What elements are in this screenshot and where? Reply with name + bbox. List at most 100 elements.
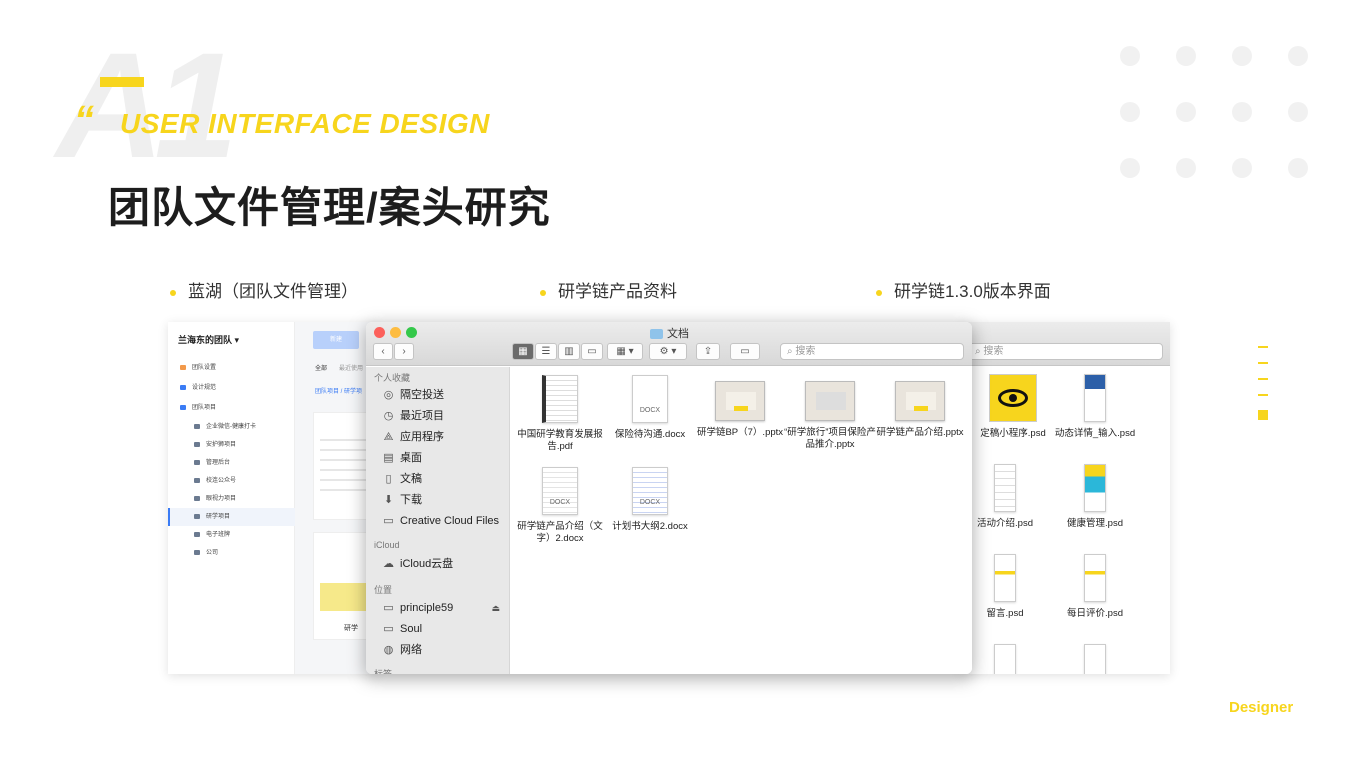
clock-icon: ◷	[383, 410, 394, 423]
sidebar-item-downloads[interactable]: ⬇ 下载	[382, 491, 422, 509]
sidebar-item-project[interactable]: 安护狮项目	[168, 436, 295, 454]
tag-button[interactable]: ▭	[730, 343, 760, 360]
sidebar-item-icloud-drive[interactable]: ☁ iCloud云盘	[382, 555, 453, 573]
close-button[interactable]	[374, 327, 385, 338]
psd-file[interactable]: 留言.psd	[960, 554, 1050, 620]
action-menu-button[interactable]: ⚙ ▾	[649, 343, 687, 360]
sidebar-item-disk-soul[interactable]: ▭ Soul	[382, 620, 422, 638]
sidebar-item-team-settings[interactable]: 团队设置	[168, 359, 295, 377]
docx-file-icon: DOCX	[542, 467, 578, 515]
tab-recent[interactable]: 最近使用	[339, 363, 363, 372]
psd-thumbnail	[994, 644, 1016, 674]
docx-file-icon: DOCX	[632, 467, 668, 515]
psd-thumbnail	[1084, 464, 1106, 512]
folder-icon	[194, 495, 200, 501]
search-icon: ⌕	[787, 346, 793, 357]
file-item[interactable]: DOCX 研学链产品介绍（文字）2.docx	[512, 467, 608, 545]
folder-icon	[194, 531, 200, 537]
tab-all[interactable]: 全部	[315, 363, 327, 372]
docx-file-icon: DOCX	[632, 375, 668, 423]
psd-file[interactable]: 定稿小程序.psd	[968, 374, 1058, 440]
column-view-button[interactable]: ▥	[558, 343, 580, 360]
psd-file[interactable]: 活动介绍.psd	[960, 464, 1050, 530]
eye-icon	[989, 374, 1037, 422]
sidebar-item-airdrop[interactable]: ◎ 隔空投送	[382, 386, 444, 404]
sidebar-item-project[interactable]: 校连公众号	[168, 472, 295, 490]
folder-icon	[194, 423, 200, 429]
lanhu-sidebar: 兰海东的团队 ▾ 团队设置 设计规范 团队项目 企业微信-健康打卡 安护狮项目 …	[168, 322, 295, 674]
psd-file[interactable]: 每日评价.psd	[1050, 554, 1140, 620]
side-decoration	[1258, 346, 1270, 434]
breadcrumb[interactable]: 团队项目 / 研学项	[315, 386, 362, 395]
zoom-button[interactable]	[406, 327, 417, 338]
sidebar-item-applications[interactable]: ⟁ 应用程序	[382, 428, 444, 446]
psd-finder-window: ⌕ 搜索 定稿小程序.psd 动态详情_输入.psd 活动介绍.psd 健康管理…	[960, 322, 1170, 674]
eject-icon[interactable]: ⏏	[491, 599, 500, 617]
back-button[interactable]: ‹	[373, 343, 393, 360]
desktop-icon: ▤	[383, 452, 394, 465]
page-subtitle: USER INTERFACE DESIGN	[120, 108, 490, 139]
section-locations: 位置	[374, 585, 393, 595]
sidebar-item-creative-cloud[interactable]: ▭ Creative Cloud Files	[382, 512, 499, 530]
file-item[interactable]: 中国研学教育发展报告.pdf	[512, 375, 608, 453]
sidebar-item-team-projects[interactable]: 团队项目	[168, 399, 295, 417]
sidebar-item-project[interactable]: 眼视力项目	[168, 490, 295, 508]
pdf-file-icon	[542, 375, 578, 423]
file-item[interactable]: 研学链产品介绍.pptx	[872, 375, 968, 439]
team-switcher[interactable]: 兰海东的团队 ▾	[178, 333, 239, 346]
finder-file-grid: 中国研学教育发展报告.pdf DOCX 保险待沟通.docx 研学链BP（7）.p…	[510, 367, 972, 674]
group-menu-button[interactable]: ▦ ▾	[607, 343, 643, 360]
folder-icon: ▭	[383, 515, 394, 528]
sidebar-item-company[interactable]: 公司	[168, 544, 295, 562]
folder-icon	[180, 404, 186, 410]
share-button[interactable]: ⇪	[696, 343, 720, 360]
folder-icon	[194, 477, 200, 483]
sidebar-item-recents[interactable]: ◷ 最近项目	[382, 407, 444, 425]
bullet-lanhu: 蓝湖（团队文件管理）	[170, 277, 358, 302]
folder-icon	[194, 441, 200, 447]
sidebar-item-documents[interactable]: ▯ 文稿	[382, 470, 422, 488]
download-icon: ⬇	[383, 494, 394, 507]
psd-file[interactable]	[1050, 644, 1140, 674]
sidebar-item-project-selected[interactable]: 研学项目	[168, 508, 295, 526]
psd-thumbnail	[1084, 374, 1106, 422]
page-title: 团队文件管理/案头研究	[108, 184, 551, 231]
psd-search-input[interactable]: ⌕ 搜索	[968, 343, 1163, 360]
psd-toolbar: ⌕ 搜索	[960, 322, 1170, 366]
finder-search-input[interactable]: ⌕ 搜索	[780, 343, 964, 360]
icon-view-button[interactable]: ▦	[512, 343, 534, 360]
folder-icon	[650, 329, 663, 340]
disk-icon: ▭	[383, 623, 394, 636]
sidebar-item-desktop[interactable]: ▤ 桌面	[382, 449, 422, 467]
sidebar-item-project[interactable]: 企业微信-健康打卡	[168, 418, 295, 436]
finder-sidebar: 个人收藏 ◎ 隔空投送 ◷ 最近项目 ⟁ 应用程序 ▤ 桌面 ▯ 文稿 ⬇ 下载 ▭ Crea…	[366, 367, 510, 674]
file-item[interactable]: DOCX 保险待沟通.docx	[602, 375, 698, 441]
new-button[interactable]: 新建	[313, 331, 359, 349]
forward-button[interactable]: ›	[394, 343, 414, 360]
pptx-file-icon	[895, 381, 945, 421]
sidebar-item-project[interactable]: 电子班牌	[168, 526, 295, 544]
sidebar-item-network[interactable]: ◍ 网络	[382, 641, 422, 659]
file-item[interactable]: DOCX 计划书大纲2.docx	[602, 467, 698, 533]
airdrop-icon: ◎	[383, 389, 394, 402]
psd-file[interactable]	[960, 644, 1050, 674]
file-item[interactable]: 研学链BP（7）.pptx	[692, 375, 788, 439]
sidebar-item-design-spec[interactable]: 设计规范	[168, 379, 295, 397]
psd-file[interactable]: 健康管理.psd	[1050, 464, 1140, 530]
dot-grid-decoration	[1120, 46, 1320, 186]
window-title: 文档	[650, 325, 689, 341]
psd-thumbnail	[994, 464, 1016, 512]
accent-bar	[100, 77, 144, 87]
section-icloud: iCloud	[374, 540, 400, 550]
gallery-view-button[interactable]: ▭	[581, 343, 603, 360]
minimize-button[interactable]	[390, 327, 401, 338]
file-item[interactable]: “研学旅行”项目保险产品推介.pptx	[782, 375, 878, 451]
gear-icon	[180, 364, 186, 370]
sidebar-item-project[interactable]: 管理后台	[168, 454, 295, 472]
psd-file[interactable]: 动态详情_输入.psd	[1050, 374, 1140, 440]
sidebar-item-disk-principle[interactable]: ▭ principle59 ⏏	[382, 599, 500, 617]
finder-toolbar: 文档 ‹ › ▦ ☰ ▥ ▭ ▦ ▾ ⚙ ▾ ⇪ ▭ ⌕ 搜索	[366, 322, 972, 366]
pptx-file-icon	[715, 381, 765, 421]
list-view-button[interactable]: ☰	[535, 343, 557, 360]
section-favorites: 个人收藏	[374, 373, 411, 383]
